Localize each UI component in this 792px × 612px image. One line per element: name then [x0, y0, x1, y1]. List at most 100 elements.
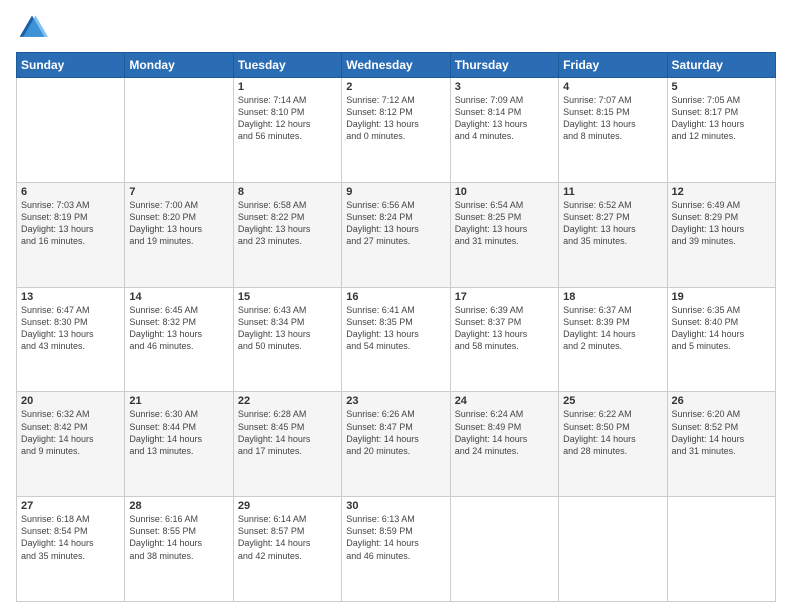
day-number: 13 — [21, 291, 120, 303]
day-info: Sunrise: 6:49 AM Sunset: 8:29 PM Dayligh… — [672, 199, 771, 248]
day-info: Sunrise: 6:45 AM Sunset: 8:32 PM Dayligh… — [129, 304, 228, 353]
calendar-cell: 24Sunrise: 6:24 AM Sunset: 8:49 PM Dayli… — [450, 392, 558, 497]
calendar-cell: 21Sunrise: 6:30 AM Sunset: 8:44 PM Dayli… — [125, 392, 233, 497]
day-number: 7 — [129, 186, 228, 198]
calendar-weekday-saturday: Saturday — [667, 53, 775, 78]
day-number: 28 — [129, 500, 228, 512]
day-number: 14 — [129, 291, 228, 303]
calendar-cell: 12Sunrise: 6:49 AM Sunset: 8:29 PM Dayli… — [667, 182, 775, 287]
day-number: 21 — [129, 395, 228, 407]
day-number: 3 — [455, 81, 554, 93]
day-info: Sunrise: 6:58 AM Sunset: 8:22 PM Dayligh… — [238, 199, 337, 248]
day-info: Sunrise: 7:07 AM Sunset: 8:15 PM Dayligh… — [563, 94, 662, 143]
calendar-cell: 10Sunrise: 6:54 AM Sunset: 8:25 PM Dayli… — [450, 182, 558, 287]
calendar-cell: 18Sunrise: 6:37 AM Sunset: 8:39 PM Dayli… — [559, 287, 667, 392]
calendar-weekday-sunday: Sunday — [17, 53, 125, 78]
calendar-cell: 25Sunrise: 6:22 AM Sunset: 8:50 PM Dayli… — [559, 392, 667, 497]
day-info: Sunrise: 6:30 AM Sunset: 8:44 PM Dayligh… — [129, 408, 228, 457]
day-number: 6 — [21, 186, 120, 198]
calendar-cell: 29Sunrise: 6:14 AM Sunset: 8:57 PM Dayli… — [233, 497, 341, 602]
day-info: Sunrise: 6:41 AM Sunset: 8:35 PM Dayligh… — [346, 304, 445, 353]
day-number: 15 — [238, 291, 337, 303]
day-number: 24 — [455, 395, 554, 407]
day-number: 1 — [238, 81, 337, 93]
calendar-cell: 2Sunrise: 7:12 AM Sunset: 8:12 PM Daylig… — [342, 78, 450, 183]
day-info: Sunrise: 6:18 AM Sunset: 8:54 PM Dayligh… — [21, 513, 120, 562]
calendar-table: SundayMondayTuesdayWednesdayThursdayFrid… — [16, 52, 776, 602]
calendar-cell: 28Sunrise: 6:16 AM Sunset: 8:55 PM Dayli… — [125, 497, 233, 602]
day-info: Sunrise: 6:26 AM Sunset: 8:47 PM Dayligh… — [346, 408, 445, 457]
day-info: Sunrise: 7:14 AM Sunset: 8:10 PM Dayligh… — [238, 94, 337, 143]
calendar-week-row: 27Sunrise: 6:18 AM Sunset: 8:54 PM Dayli… — [17, 497, 776, 602]
day-info: Sunrise: 6:24 AM Sunset: 8:49 PM Dayligh… — [455, 408, 554, 457]
day-number: 9 — [346, 186, 445, 198]
calendar-week-row: 13Sunrise: 6:47 AM Sunset: 8:30 PM Dayli… — [17, 287, 776, 392]
day-number: 29 — [238, 500, 337, 512]
day-info: Sunrise: 7:12 AM Sunset: 8:12 PM Dayligh… — [346, 94, 445, 143]
day-number: 25 — [563, 395, 662, 407]
day-number: 4 — [563, 81, 662, 93]
calendar-cell: 15Sunrise: 6:43 AM Sunset: 8:34 PM Dayli… — [233, 287, 341, 392]
calendar-cell: 4Sunrise: 7:07 AM Sunset: 8:15 PM Daylig… — [559, 78, 667, 183]
day-info: Sunrise: 6:20 AM Sunset: 8:52 PM Dayligh… — [672, 408, 771, 457]
day-info: Sunrise: 6:43 AM Sunset: 8:34 PM Dayligh… — [238, 304, 337, 353]
calendar-cell: 11Sunrise: 6:52 AM Sunset: 8:27 PM Dayli… — [559, 182, 667, 287]
day-info: Sunrise: 6:28 AM Sunset: 8:45 PM Dayligh… — [238, 408, 337, 457]
logo — [16, 12, 52, 44]
calendar-cell: 26Sunrise: 6:20 AM Sunset: 8:52 PM Dayli… — [667, 392, 775, 497]
day-number: 5 — [672, 81, 771, 93]
calendar-weekday-friday: Friday — [559, 53, 667, 78]
calendar-cell: 13Sunrise: 6:47 AM Sunset: 8:30 PM Dayli… — [17, 287, 125, 392]
calendar-week-row: 6Sunrise: 7:03 AM Sunset: 8:19 PM Daylig… — [17, 182, 776, 287]
calendar-weekday-wednesday: Wednesday — [342, 53, 450, 78]
calendar-cell — [450, 497, 558, 602]
calendar-cell: 19Sunrise: 6:35 AM Sunset: 8:40 PM Dayli… — [667, 287, 775, 392]
calendar-cell: 1Sunrise: 7:14 AM Sunset: 8:10 PM Daylig… — [233, 78, 341, 183]
calendar-cell: 22Sunrise: 6:28 AM Sunset: 8:45 PM Dayli… — [233, 392, 341, 497]
calendar-weekday-thursday: Thursday — [450, 53, 558, 78]
page: SundayMondayTuesdayWednesdayThursdayFrid… — [0, 0, 792, 612]
day-info: Sunrise: 6:52 AM Sunset: 8:27 PM Dayligh… — [563, 199, 662, 248]
calendar-cell: 6Sunrise: 7:03 AM Sunset: 8:19 PM Daylig… — [17, 182, 125, 287]
calendar-cell — [667, 497, 775, 602]
day-info: Sunrise: 6:54 AM Sunset: 8:25 PM Dayligh… — [455, 199, 554, 248]
header — [16, 12, 776, 44]
day-number: 27 — [21, 500, 120, 512]
calendar-cell: 9Sunrise: 6:56 AM Sunset: 8:24 PM Daylig… — [342, 182, 450, 287]
calendar-cell: 30Sunrise: 6:13 AM Sunset: 8:59 PM Dayli… — [342, 497, 450, 602]
calendar-cell: 17Sunrise: 6:39 AM Sunset: 8:37 PM Dayli… — [450, 287, 558, 392]
day-info: Sunrise: 6:14 AM Sunset: 8:57 PM Dayligh… — [238, 513, 337, 562]
day-info: Sunrise: 6:47 AM Sunset: 8:30 PM Dayligh… — [21, 304, 120, 353]
day-info: Sunrise: 6:13 AM Sunset: 8:59 PM Dayligh… — [346, 513, 445, 562]
calendar-weekday-monday: Monday — [125, 53, 233, 78]
calendar-weekday-tuesday: Tuesday — [233, 53, 341, 78]
calendar-cell: 20Sunrise: 6:32 AM Sunset: 8:42 PM Dayli… — [17, 392, 125, 497]
day-number: 19 — [672, 291, 771, 303]
day-info: Sunrise: 6:16 AM Sunset: 8:55 PM Dayligh… — [129, 513, 228, 562]
day-info: Sunrise: 6:22 AM Sunset: 8:50 PM Dayligh… — [563, 408, 662, 457]
day-number: 18 — [563, 291, 662, 303]
day-info: Sunrise: 6:37 AM Sunset: 8:39 PM Dayligh… — [563, 304, 662, 353]
day-number: 20 — [21, 395, 120, 407]
calendar-cell: 16Sunrise: 6:41 AM Sunset: 8:35 PM Dayli… — [342, 287, 450, 392]
day-number: 8 — [238, 186, 337, 198]
day-number: 30 — [346, 500, 445, 512]
day-info: Sunrise: 6:32 AM Sunset: 8:42 PM Dayligh… — [21, 408, 120, 457]
day-number: 22 — [238, 395, 337, 407]
calendar-week-row: 1Sunrise: 7:14 AM Sunset: 8:10 PM Daylig… — [17, 78, 776, 183]
calendar-cell: 8Sunrise: 6:58 AM Sunset: 8:22 PM Daylig… — [233, 182, 341, 287]
day-info: Sunrise: 6:56 AM Sunset: 8:24 PM Dayligh… — [346, 199, 445, 248]
day-number: 23 — [346, 395, 445, 407]
day-info: Sunrise: 7:09 AM Sunset: 8:14 PM Dayligh… — [455, 94, 554, 143]
day-info: Sunrise: 7:05 AM Sunset: 8:17 PM Dayligh… — [672, 94, 771, 143]
day-number: 11 — [563, 186, 662, 198]
day-number: 26 — [672, 395, 771, 407]
calendar-cell — [17, 78, 125, 183]
day-info: Sunrise: 7:00 AM Sunset: 8:20 PM Dayligh… — [129, 199, 228, 248]
day-info: Sunrise: 7:03 AM Sunset: 8:19 PM Dayligh… — [21, 199, 120, 248]
calendar-cell — [559, 497, 667, 602]
calendar-cell: 27Sunrise: 6:18 AM Sunset: 8:54 PM Dayli… — [17, 497, 125, 602]
calendar-cell — [125, 78, 233, 183]
day-number: 17 — [455, 291, 554, 303]
day-info: Sunrise: 6:39 AM Sunset: 8:37 PM Dayligh… — [455, 304, 554, 353]
